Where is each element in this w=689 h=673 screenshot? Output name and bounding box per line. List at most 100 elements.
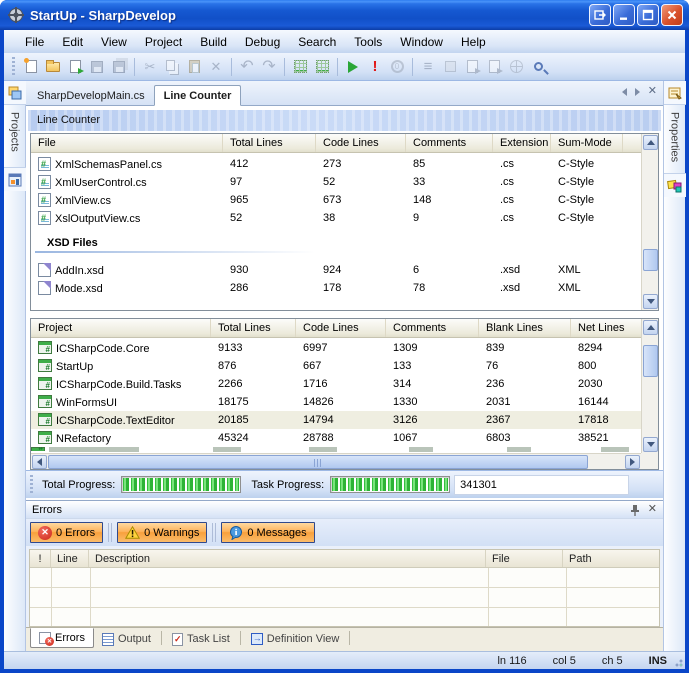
save-icon[interactable] — [86, 56, 108, 78]
errors-panel-titlebar[interactable]: Errors ✕ — [26, 501, 663, 519]
table-row[interactable]: XmlView.cs 965 673 148 .cs C-Style — [31, 191, 658, 209]
bookmark-list-icon[interactable]: ≡ — [417, 56, 439, 78]
col-file[interactable]: File — [31, 134, 223, 152]
scroll-down-icon[interactable] — [643, 294, 658, 309]
web-browser-icon[interactable] — [505, 56, 527, 78]
close-panel-icon[interactable]: ✕ — [648, 504, 657, 515]
col-total-lines[interactable]: Total Lines — [223, 134, 316, 152]
col-code-lines[interactable]: Code Lines — [296, 319, 386, 337]
menu-file[interactable]: File — [16, 32, 53, 52]
abort-build-icon[interactable]: ! — [364, 56, 386, 78]
col-total-lines[interactable]: Total Lines — [211, 319, 296, 337]
close-button[interactable] — [661, 4, 683, 26]
col-extension[interactable]: Extension — [493, 134, 551, 152]
cut-icon[interactable]: ✂ — [139, 56, 161, 78]
frame-icon[interactable] — [439, 56, 461, 78]
toolbar-grip[interactable] — [12, 57, 15, 77]
col-net-lines[interactable]: Net Lines — [571, 319, 643, 337]
table-row[interactable]: XslOutputView.cs 52 38 9 .cs C-Style — [31, 209, 658, 227]
table-row[interactable]: WinFormsUI 18175 14826 1330 2031 16144 — [31, 393, 658, 411]
projects-pad-label[interactable]: Projects — [9, 112, 21, 152]
menu-edit[interactable]: Edit — [53, 32, 92, 52]
menu-tools[interactable]: Tools — [345, 32, 391, 52]
maximize-button[interactable] — [637, 4, 659, 26]
scrollbar-thumb[interactable] — [643, 249, 658, 271]
scroll-right-icon[interactable] — [625, 455, 640, 469]
menu-window[interactable]: Window — [391, 32, 452, 52]
projects-table-vscrollbar[interactable] — [641, 319, 658, 453]
tab-sharpdevelopmain[interactable]: SharpDevelopMain.cs — [28, 86, 154, 105]
open-from-project-icon[interactable] — [64, 56, 86, 78]
comment-region-icon[interactable] — [289, 56, 311, 78]
toolwindow-button[interactable] — [589, 4, 611, 26]
build-prev-icon[interactable] — [483, 56, 505, 78]
files-table-scrollbar[interactable] — [641, 134, 658, 310]
minimize-button[interactable] — [613, 4, 635, 26]
table-row[interactable]: ICSharpCode.Core 9133 6997 1309 839 8294 — [31, 339, 658, 357]
col-description[interactable]: Description — [89, 550, 486, 567]
table-row[interactable]: StartUp 876 667 133 76 800 — [31, 357, 658, 375]
table-row-selected[interactable]: ICSharpCode.TextEditor 20185 14794 3126 … — [31, 411, 658, 429]
toolbox-pad-button[interactable] — [664, 173, 686, 197]
table-row[interactable]: NRefactory 45324 28788 1067 6803 38521 — [31, 429, 658, 447]
tab-task-list[interactable]: Task List — [164, 629, 238, 649]
menu-view[interactable]: View — [92, 32, 136, 52]
col-comments[interactable]: Comments — [406, 134, 493, 152]
col-severity[interactable]: ! — [30, 550, 51, 567]
resize-grip[interactable] — [672, 656, 683, 667]
paste-icon[interactable] — [183, 56, 205, 78]
pin-icon[interactable] — [629, 504, 640, 516]
build-next-icon[interactable] — [461, 56, 483, 78]
tab-definition-view[interactable]: Definition View — [243, 629, 348, 649]
delete-icon[interactable]: ✕ — [205, 56, 227, 78]
projects-table-hscrollbar[interactable] — [31, 453, 641, 469]
menu-help[interactable]: Help — [452, 32, 495, 52]
properties-pad-button[interactable] — [664, 81, 686, 105]
col-path[interactable]: Path — [563, 550, 659, 567]
col-sum-mode[interactable]: Sum-Mode — [551, 134, 623, 152]
table-row[interactable]: XmlUserControl.cs 97 52 33 .cs C-Style — [31, 173, 658, 191]
scroll-left-icon[interactable] — [32, 455, 47, 469]
projects-pad-button[interactable] — [4, 81, 26, 105]
profiler-icon[interactable]: 0 — [386, 56, 408, 78]
redo-icon[interactable]: ↷ — [258, 56, 280, 78]
tab-scroll-right-icon[interactable] — [635, 88, 640, 96]
warnings-filter-button[interactable]: 0 Warnings — [117, 522, 207, 543]
scrollbar-thumb[interactable] — [48, 455, 588, 469]
col-line[interactable]: Line — [51, 550, 89, 567]
table-row[interactable]: AddIn.xsd 930 924 6 .xsd XML — [31, 261, 658, 279]
errors-filter-button[interactable]: ✕ 0 Errors — [30, 522, 103, 543]
menu-search[interactable]: Search — [289, 32, 345, 52]
errors-grid-body[interactable] — [30, 568, 659, 626]
scroll-down-icon[interactable] — [643, 437, 658, 452]
search-icon[interactable] — [527, 56, 549, 78]
classes-pad-button[interactable] — [4, 167, 26, 191]
tab-close-icon[interactable]: ✕ — [648, 86, 657, 97]
col-comments[interactable]: Comments — [386, 319, 479, 337]
properties-pad-label[interactable]: Properties — [669, 112, 681, 162]
title-bar[interactable]: StartUp - SharpDevelop — [0, 0, 689, 30]
tab-line-counter[interactable]: Line Counter — [154, 85, 242, 106]
menu-build[interactable]: Build — [191, 32, 236, 52]
scrollbar-thumb[interactable] — [643, 345, 658, 377]
copy-icon[interactable] — [161, 56, 183, 78]
uncomment-region-icon[interactable] — [311, 56, 333, 78]
table-row[interactable]: Mode.xsd 286 178 78 .xsd XML — [31, 279, 658, 297]
save-all-icon[interactable] — [108, 56, 130, 78]
scroll-up-icon[interactable] — [643, 135, 658, 150]
toolbar-grip[interactable] — [30, 475, 33, 495]
table-row[interactable]: XmlSchemasPanel.cs 412 273 85 .cs C-Styl… — [31, 155, 658, 173]
new-file-icon[interactable] — [20, 56, 42, 78]
tab-scroll-left-icon[interactable] — [622, 88, 627, 96]
run-icon[interactable] — [342, 56, 364, 78]
menu-debug[interactable]: Debug — [236, 32, 289, 52]
col-file[interactable]: File — [486, 550, 563, 567]
tab-errors[interactable]: ✕ Errors — [30, 628, 94, 648]
menu-project[interactable]: Project — [136, 32, 191, 52]
scroll-up-icon[interactable] — [643, 320, 658, 335]
messages-filter-button[interactable]: 0 Messages — [221, 522, 314, 543]
undo-icon[interactable]: ↶ — [236, 56, 258, 78]
col-project[interactable]: Project — [31, 319, 211, 337]
open-file-icon[interactable] — [42, 56, 64, 78]
col-blank-lines[interactable]: Blank Lines — [479, 319, 571, 337]
